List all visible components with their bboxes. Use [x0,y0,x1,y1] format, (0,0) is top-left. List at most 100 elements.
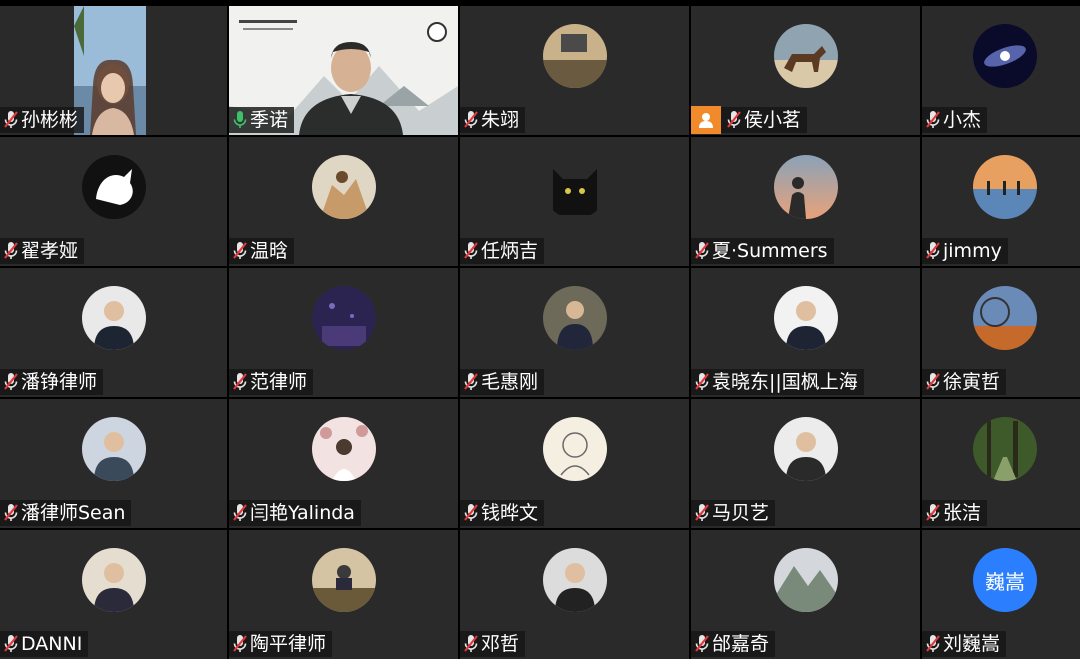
participant-tile[interactable]: 小杰 [922,6,1080,135]
participant-tile[interactable]: 徐寅哲 [922,268,1080,397]
name-tag: DANNI [0,631,89,657]
participant-tile[interactable]: 孙彬彬 [0,6,227,135]
mic-muted-icon [462,109,480,131]
avatar [773,417,838,481]
avatar [81,417,146,481]
mic-muted-icon [231,371,249,393]
participant-grid: 孙彬彬 季诺 朱翊 侯小茗 小杰翟孝娅 温晗 任炳吉 夏·Summers jimmy 潘铮律师 范… [0,6,1080,659]
participant-name: 侯小茗 [744,109,802,131]
name-tag: 钱晔文 [460,500,545,526]
participant-tile[interactable]: 温晗 [229,137,458,266]
participant-tile[interactable]: 袁晓东||国枫上海 [691,268,920,397]
avatar [81,548,146,612]
name-tag: 闫艳Yalinda [229,500,361,526]
name-tag: 夏·Summers [691,238,834,264]
participant-tile[interactable]: 朱翊 [460,6,689,135]
participant-tile[interactable]: 陶平律师 [229,530,458,659]
participant-tile[interactable]: 夏·Summers [691,137,920,266]
mic-muted-icon [2,633,20,655]
participant-tile[interactable]: 闫艳Yalinda [229,399,458,528]
participant-tile[interactable]: jimmy [922,137,1080,266]
name-tag: 潘铮律师 [0,369,104,395]
avatar [973,286,1037,350]
avatar [542,286,607,350]
name-tag: 袁晓东||国枫上海 [691,369,864,395]
mic-muted-icon [2,109,20,131]
mic-muted-icon [693,633,711,655]
mic-muted-icon [693,502,711,524]
avatar [542,155,607,219]
participant-tile[interactable]: 钱晔文 [460,399,689,528]
participant-name: 钱晔文 [481,502,539,524]
name-tag: 张洁 [922,500,988,526]
participant-name: 夏·Summers [712,240,828,262]
participant-tile[interactable]: 巍嵩刘巍嵩 [922,530,1080,659]
mic-muted-icon [462,633,480,655]
name-tag: 范律师 [229,369,314,395]
avatar [542,24,607,88]
mic-muted-icon [924,633,942,655]
name-tag: 任炳吉 [460,238,545,264]
avatar [311,286,376,350]
participant-tile[interactable]: 任炳吉 [460,137,689,266]
avatar [311,417,376,481]
avatar: 巍嵩 [973,548,1037,612]
participant-tile[interactable]: 马贝艺 [691,399,920,528]
participant-name: 毛惠刚 [481,371,539,393]
participant-name: 徐寅哲 [943,371,1001,393]
name-tag: 侯小茗 [691,106,808,134]
name-tag: jimmy [922,238,1008,264]
participant-name: 范律师 [250,371,308,393]
participant-name: 潘律师Sean [21,502,126,524]
avatar [973,417,1037,481]
avatar [773,286,838,350]
participant-name: 小杰 [943,109,982,131]
name-tag: 刘巍嵩 [922,631,1007,657]
mic-muted-icon [924,109,942,131]
mic-muted-icon [2,371,20,393]
participant-name: 闫艳Yalinda [250,502,355,524]
participant-tile[interactable]: 潘铮律师 [0,268,227,397]
avatar [81,286,146,350]
participant-name: 袁晓东||国枫上海 [712,371,858,393]
participant-tile[interactable]: 翟孝娅 [0,137,227,266]
participant-tile[interactable]: 季诺 [229,6,458,135]
participant-tile[interactable]: 毛惠刚 [460,268,689,397]
mic-muted-icon [2,240,20,262]
mic-muted-icon [462,240,480,262]
participant-tile[interactable]: 张洁 [922,399,1080,528]
mic-muted-icon [924,502,942,524]
host-person-icon [691,106,721,134]
avatar [542,548,607,612]
participant-tile[interactable]: 潘律师Sean [0,399,227,528]
participant-name: 孙彬彬 [21,109,79,131]
mic-muted-icon [2,502,20,524]
participant-name: 邰嘉奇 [712,633,770,655]
name-tag: 邓哲 [460,631,526,657]
participant-tile[interactable]: 范律师 [229,268,458,397]
participant-tile[interactable]: 侯小茗 [691,6,920,135]
avatar [311,155,376,219]
participant-tile[interactable]: 邓哲 [460,530,689,659]
participant-name: 翟孝娅 [21,240,79,262]
mic-active-icon [231,109,249,131]
participant-name: 马贝艺 [712,502,770,524]
participant-tile[interactable]: 邰嘉奇 [691,530,920,659]
participant-name: 刘巍嵩 [943,633,1001,655]
participant-name: 温晗 [250,240,289,262]
avatar [773,155,838,219]
avatar [311,548,376,612]
mic-muted-icon [462,502,480,524]
mic-muted-icon [231,240,249,262]
name-tag: 朱翊 [460,107,526,133]
name-tag: 毛惠刚 [460,369,545,395]
name-tag: 邰嘉奇 [691,631,776,657]
name-tag: 马贝艺 [691,500,776,526]
name-tag: 小杰 [922,107,988,133]
participant-tile[interactable]: DANNI [0,530,227,659]
mic-muted-icon [693,371,711,393]
participant-name: 张洁 [943,502,982,524]
mic-muted-icon [924,371,942,393]
avatar [973,155,1037,219]
name-tag: 徐寅哲 [922,369,1007,395]
